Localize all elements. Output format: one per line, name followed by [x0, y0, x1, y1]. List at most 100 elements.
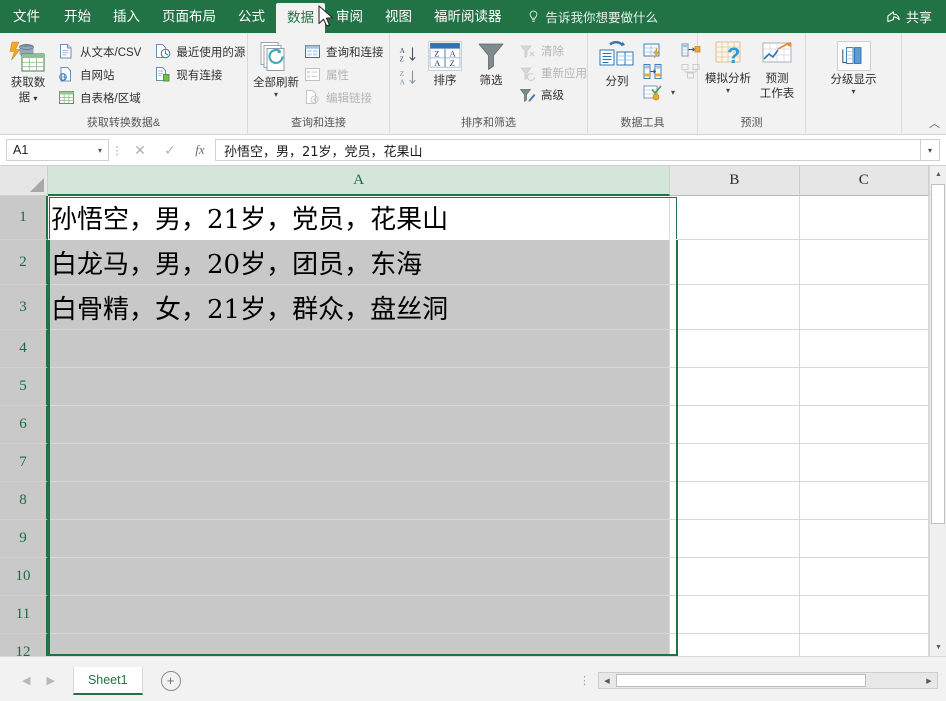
data-validation-caret-icon[interactable]: ▾ — [671, 89, 675, 97]
split-handle-icon[interactable]: ⋮ — [571, 674, 598, 687]
horizontal-scrollbar[interactable]: ◀ ▶ — [598, 672, 938, 689]
forecast-sheet-button[interactable]: 预测 工作表 — [754, 37, 800, 101]
chevron-down-icon[interactable]: ▾ — [98, 146, 102, 155]
cell-b3[interactable] — [670, 285, 800, 330]
vertical-scrollbar[interactable]: ▲ ▼ — [929, 166, 946, 656]
menu-item-foxit-reader[interactable]: 福昕阅读器 — [423, 0, 513, 33]
cell-a6[interactable] — [48, 406, 671, 444]
expand-formula-bar-icon[interactable]: ▾ — [920, 139, 940, 161]
cell-b12[interactable] — [670, 634, 800, 656]
sort-button[interactable]: Z A A Z 排序 — [422, 37, 468, 88]
next-sheet-icon[interactable]: ▶ — [46, 674, 54, 687]
select-all-corner-icon[interactable] — [0, 166, 48, 196]
column-header-b[interactable]: B — [670, 166, 800, 196]
cell-c10[interactable] — [799, 558, 929, 596]
cell-b6[interactable] — [670, 406, 800, 444]
cell-c12[interactable] — [799, 634, 929, 656]
cell-a3[interactable]: 白骨精，女，21岁，群众，盘丝洞 — [48, 285, 671, 330]
refresh-all-caret-icon[interactable]: ▾ — [274, 91, 278, 99]
column-header-c[interactable]: C — [799, 166, 929, 196]
what-if-caret-icon[interactable]: ▾ — [726, 87, 730, 95]
cell-c5[interactable] — [799, 368, 929, 406]
scroll-left-icon[interactable]: ◀ — [599, 673, 615, 688]
remove-duplicates-button[interactable] — [640, 61, 678, 82]
column-header-a[interactable]: A — [48, 166, 671, 196]
cell-c7[interactable] — [799, 444, 929, 482]
name-box[interactable]: A1 ▾ — [6, 139, 109, 161]
queries-and-connections-button[interactable]: 查询和连接 — [301, 40, 390, 63]
menu-item-formulas[interactable]: 公式 — [227, 0, 276, 33]
cell-a4[interactable] — [48, 330, 671, 368]
cell-a1[interactable]: 孙悟空，男，21岁，党员，花果山 — [48, 196, 671, 240]
scroll-up-icon[interactable]: ▲ — [930, 166, 946, 183]
vertical-scroll-thumb[interactable] — [931, 184, 945, 524]
share-button[interactable]: 共享 — [876, 0, 946, 33]
menu-item-home[interactable]: 开始 — [53, 0, 102, 33]
cell-c8[interactable] — [799, 482, 929, 520]
cell-b4[interactable] — [670, 330, 800, 368]
cell-b10[interactable] — [670, 558, 800, 596]
outline-caret-icon[interactable]: ▾ — [851, 88, 855, 96]
cell-a10[interactable] — [48, 558, 671, 596]
collapse-ribbon-button[interactable]: ︿ — [929, 115, 940, 131]
recent-sources-button[interactable]: 最近使用的源 — [151, 40, 251, 63]
data-validation-button[interactable]: ▾ — [640, 82, 678, 103]
cell-b8[interactable] — [670, 482, 800, 520]
row-header-9[interactable]: 9 — [0, 520, 48, 558]
sort-descending-button[interactable]: Z A — [396, 66, 422, 89]
row-header-7[interactable]: 7 — [0, 444, 48, 482]
cell-c3[interactable] — [799, 285, 929, 330]
scroll-right-icon[interactable]: ▶ — [921, 673, 937, 688]
row-header-4[interactable]: 4 — [0, 330, 48, 368]
scroll-down-icon[interactable]: ▼ — [930, 639, 946, 656]
from-web-button[interactable]: 自网站 — [55, 63, 147, 86]
cell-a11[interactable] — [48, 596, 671, 634]
cell-c2[interactable] — [799, 240, 929, 285]
row-header-5[interactable]: 5 — [0, 368, 48, 406]
cell-b7[interactable] — [670, 444, 800, 482]
cell-c11[interactable] — [799, 596, 929, 634]
row-header-1[interactable]: 1 — [0, 196, 48, 240]
tell-me-box[interactable]: 告诉我你想要做什么 — [513, 0, 669, 33]
refresh-all-button[interactable]: 全部刷新 ▾ — [253, 37, 299, 99]
filter-button[interactable]: 筛选 — [468, 37, 514, 88]
row-header-2[interactable]: 2 — [0, 240, 48, 285]
advanced-filter-button[interactable]: 高级 — [516, 84, 593, 106]
cell-b11[interactable] — [670, 596, 800, 634]
cell-b5[interactable] — [670, 368, 800, 406]
row-header-3[interactable]: 3 — [0, 285, 48, 330]
what-if-analysis-button[interactable]: ? 模拟分析 ▾ — [702, 37, 754, 95]
cell-a8[interactable] — [48, 482, 671, 520]
menu-item-data[interactable]: 数据 — [276, 3, 325, 33]
from-table-range-button[interactable]: 自表格/区域 — [55, 86, 147, 109]
row-header-11[interactable]: 11 — [0, 596, 48, 634]
horizontal-scroll-thumb[interactable] — [616, 674, 866, 687]
cell-c9[interactable] — [799, 520, 929, 558]
insert-function-icon[interactable]: fx — [185, 139, 215, 161]
row-header-10[interactable]: 10 — [0, 558, 48, 596]
row-header-8[interactable]: 8 — [0, 482, 48, 520]
cell-c1[interactable] — [799, 196, 929, 240]
cell-a5[interactable] — [48, 368, 671, 406]
cell-a7[interactable] — [48, 444, 671, 482]
row-header-12[interactable]: 12 — [0, 634, 48, 656]
outline-button[interactable]: 分级显示 ▾ — [825, 37, 883, 96]
menu-item-file[interactable]: 文件 — [0, 0, 53, 33]
row-header-6[interactable]: 6 — [0, 406, 48, 444]
cell-a9[interactable] — [48, 520, 671, 558]
text-to-columns-button[interactable]: 分列 — [594, 37, 640, 89]
cell-b2[interactable] — [670, 240, 800, 285]
menu-item-review[interactable]: 审阅 — [325, 0, 374, 33]
cell-a2[interactable]: 白龙马，男，20岁，团员，东海 — [48, 240, 671, 285]
sort-ascending-button[interactable]: A Z — [396, 43, 422, 66]
existing-connections-button[interactable]: 现有连接 — [151, 63, 251, 86]
cell-b1[interactable] — [670, 196, 800, 240]
flash-fill-button[interactable] — [640, 40, 678, 61]
cell-a12[interactable] — [48, 634, 671, 656]
cell-c4[interactable] — [799, 330, 929, 368]
prev-sheet-icon[interactable]: ◀ — [22, 674, 30, 687]
sheet-tab-sheet1[interactable]: Sheet1 — [72, 666, 143, 695]
formula-input[interactable]: 孙悟空，男，21岁，党员，花果山 — [215, 139, 920, 161]
cell-c6[interactable] — [799, 406, 929, 444]
from-text-csv-button[interactable]: 从文本/CSV — [55, 40, 147, 63]
